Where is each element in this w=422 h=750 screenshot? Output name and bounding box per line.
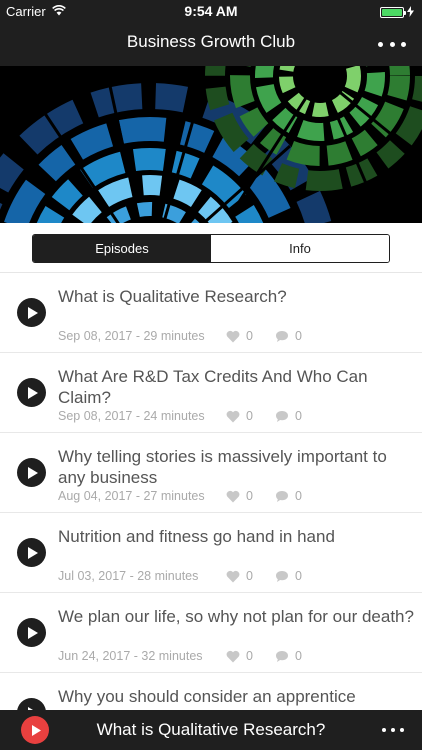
heart-icon [226,490,240,502]
list-item[interactable]: We plan our life, so why not plan for ou… [0,593,422,673]
episode-title: What is Qualitative Research? [58,287,287,306]
list-item[interactable]: Why telling stories is massively importa… [0,433,422,513]
episode-date-duration: Sep 08, 2017 - 24 minutes [58,409,205,423]
episode-title: Why telling stories is massively importa… [58,447,387,487]
tab-bar: Episodes Info [0,223,422,273]
comments: 0 [275,649,324,663]
nav-bar: Business Growth Club [0,22,422,66]
status-bar: Carrier 9:54 AM [0,0,422,22]
episode-title: We plan our life, so why not plan for ou… [58,607,414,626]
likes-count: 0 [246,489,253,503]
likes-count: 0 [246,649,253,663]
heart-icon [226,570,240,582]
tab-info[interactable]: Info [211,235,389,262]
comment-icon [276,650,288,662]
play-icon[interactable] [17,378,46,407]
episode-title: Nutrition and fitness go hand in hand [58,527,335,546]
comments-count: 0 [295,649,302,663]
episode-date-duration: Aug 04, 2017 - 27 minutes [58,489,205,503]
list-item[interactable]: What is Qualitative Research? Sep 08, 20… [0,273,422,353]
list-item[interactable]: What Are R&D Tax Credits And Who Can Cla… [0,353,422,433]
likes: 0 [226,409,275,423]
heart-icon [226,330,240,342]
play-icon[interactable] [17,618,46,647]
likes: 0 [226,649,275,663]
episode-meta: Sep 08, 2017 - 29 minutes 0 0 [58,329,324,343]
comments: 0 [275,329,324,343]
comments-count: 0 [295,569,302,583]
episode-meta: Jun 24, 2017 - 32 minutes 0 0 [58,649,324,663]
likes-count: 0 [246,409,253,423]
now-playing-title: What is Qualitative Research? [96,720,326,739]
comments-count: 0 [295,489,302,503]
play-icon[interactable] [17,458,46,487]
episode-date-duration: Jun 24, 2017 - 32 minutes [58,649,203,663]
episode-title: Why you should consider an apprentice [58,687,356,706]
battery-icon [380,7,406,18]
segmented-control: Episodes Info [32,234,390,263]
likes-count: 0 [246,329,253,343]
episode-meta: Aug 04, 2017 - 27 minutes 0 0 [58,489,324,503]
episode-date-duration: Sep 08, 2017 - 29 minutes [58,329,205,343]
comments-count: 0 [295,329,302,343]
page-title: Business Growth Club [126,32,296,51]
episode-list: What is Qualitative Research? Sep 08, 20… [0,273,422,710]
likes-count: 0 [246,569,253,583]
play-icon[interactable] [17,538,46,567]
comment-icon [276,410,288,422]
play-icon[interactable] [17,698,46,710]
comments: 0 [275,489,324,503]
comments-count: 0 [295,409,302,423]
heart-icon [226,650,240,662]
play-icon[interactable] [17,298,46,327]
status-time: 9:54 AM [184,3,238,19]
episode-meta: Sep 08, 2017 - 24 minutes 0 0 [58,409,324,423]
comment-icon [276,490,288,502]
comment-icon [276,330,288,342]
more-horizontal-icon[interactable] [382,720,404,740]
heart-icon [226,410,240,422]
more-horizontal-icon[interactable] [378,34,406,54]
likes: 0 [226,489,275,503]
podcast-banner-image [0,66,422,223]
likes: 0 [226,329,275,343]
comments: 0 [275,409,324,423]
now-playing-bar[interactable]: What is Qualitative Research? [0,710,422,750]
charging-icon [407,5,414,20]
episode-meta: Jul 03, 2017 - 28 minutes 0 0 [58,569,324,583]
likes: 0 [226,569,275,583]
episode-date-duration: Jul 03, 2017 - 28 minutes [58,569,199,583]
comment-icon [276,570,288,582]
comments: 0 [275,569,324,583]
episode-title: What Are R&D Tax Credits And Who Can Cla… [58,367,368,407]
list-item[interactable]: Nutrition and fitness go hand in hand Ju… [0,513,422,593]
tab-episodes[interactable]: Episodes [33,235,211,262]
list-item[interactable]: Why you should consider an apprentice [0,673,422,710]
battery-group [380,5,414,20]
